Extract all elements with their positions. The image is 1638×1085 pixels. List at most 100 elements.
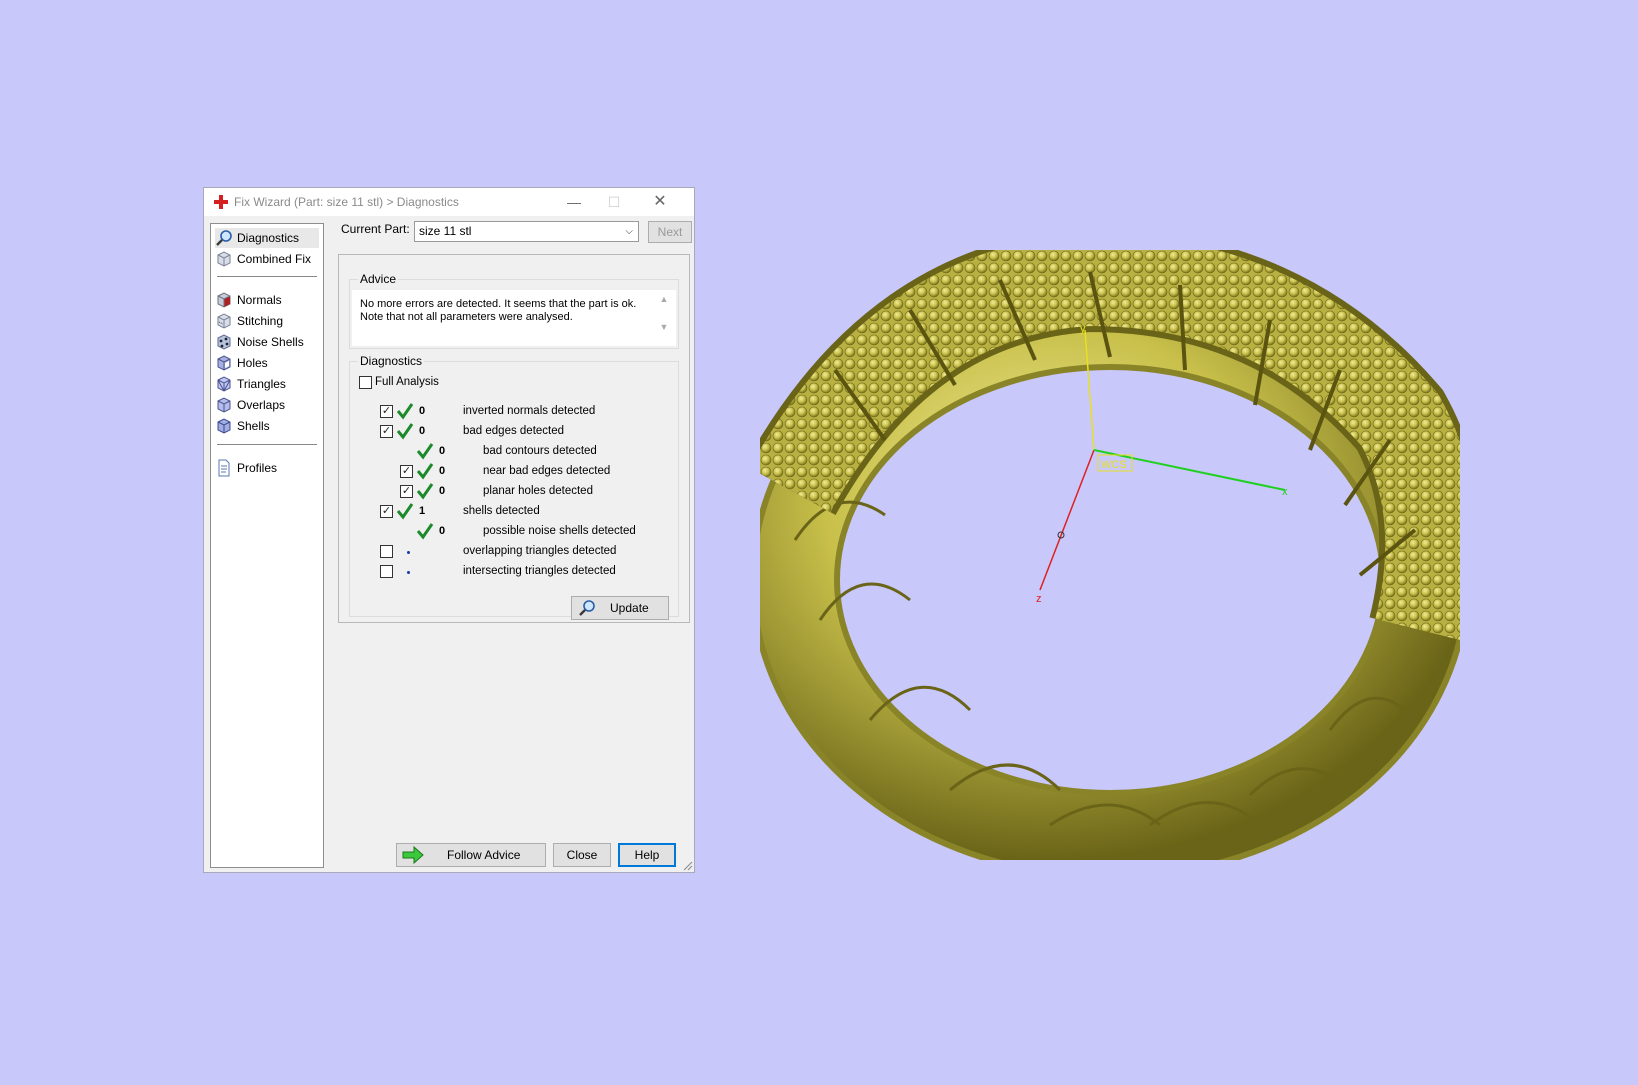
diagnostics-group-title: Diagnostics [358,354,425,368]
advice-text-line: Note that not all parameters were analys… [360,311,573,323]
sidebar-item-shells[interactable]: Shells [215,416,319,436]
follow-advice-button[interactable]: Follow Advice [396,843,546,867]
intersecting-triangles-label: intersecting triangles detected [463,565,616,577]
near-bad-edges-label: near bad edges detected [483,465,611,477]
bad-contours-label: bad contours detected [483,445,597,457]
full-analysis-checkbox[interactable] [359,376,372,389]
help-button[interactable]: Help [618,843,676,867]
check-icon [396,403,414,420]
check-icon [416,483,434,500]
current-part-label: Current Part: [341,222,410,236]
green-arrow-icon [402,846,424,864]
scroll-down-icon: ▼ [659,322,669,332]
window-title: Fix Wizard (Part: size 11 stl) > Diagnos… [234,195,459,209]
close-button[interactable]: Close [553,843,611,867]
title-bar[interactable]: Fix Wizard (Part: size 11 stl) > Diagnos… [204,188,694,216]
advice-scrollbar[interactable]: ▲ ▼ [658,294,670,342]
advice-group-title: Advice [358,272,399,286]
red-cube-icon [217,292,231,308]
sidebar-item-overlaps[interactable]: Overlaps [215,395,319,415]
overlaps-cube-icon [217,397,231,413]
next-button[interactable]: Next [648,221,692,243]
bad-edges-count: 0 [419,425,426,437]
3d-model-viewport[interactable]: WCS z x y [760,250,1460,860]
advice-text-line: No more errors are detected. It seems th… [360,298,637,310]
sidebar-item-diagnostics[interactable]: Diagnostics [215,228,319,248]
diagnostics-group: Diagnostics Full Analysis ✓ 0 inverted n… [349,354,679,620]
scroll-up-icon: ▲ [659,294,669,304]
intersecting-triangles-checkbox[interactable] [380,565,393,578]
bad-edges-label: bad edges detected [463,425,565,437]
chevron-down-icon: ⌵ [625,226,633,237]
check-icon [416,443,434,460]
sidebar-item-label: Holes [237,356,268,370]
pending-dot-icon [407,551,410,554]
red-cross-icon [214,195,228,209]
document-icon [218,459,230,477]
sidebar-item-label: Stitching [237,314,284,328]
full-analysis-label: Full Analysis [375,376,439,388]
sidebar-item-label: Normals [237,293,282,307]
diagnostics-panel: Advice No more errors are detected. It s… [338,254,690,623]
shells-cube-icon [217,418,231,434]
triangles-cube-icon [217,376,231,392]
inverted-normals-label: inverted normals detected [463,405,596,417]
fix-wizard-window: Fix Wizard (Part: size 11 stl) > Diagnos… [203,187,695,873]
sidebar-item-label: Noise Shells [237,335,304,349]
planar-holes-checkbox[interactable]: ✓ [400,485,413,498]
stitch-cube-icon [217,313,231,329]
update-button[interactable]: Update [571,596,669,620]
wizard-sidebar: Diagnostics Combined Fix Normals Stitchi… [210,223,324,868]
sidebar-item-profiles[interactable]: Profiles [215,458,319,478]
sidebar-item-normals[interactable]: Normals [215,290,319,310]
noise-shells-label: possible noise shells detected [483,525,636,537]
sidebar-item-label: Diagnostics [237,231,300,245]
sidebar-item-label: Shells [237,419,270,433]
holes-cube-icon [217,355,231,371]
wcs-label: WCS [1101,459,1127,471]
sidebar-item-label: Triangles [237,377,286,391]
follow-advice-label: Follow Advice [447,848,521,862]
advice-group: Advice No more errors are detected. It s… [349,272,679,349]
bad-edges-checkbox[interactable]: ✓ [380,425,393,438]
magnifier-icon [579,600,595,616]
update-button-label: Update [610,601,649,615]
inverted-normals-count: 0 [419,405,426,417]
sidebar-item-label: Combined Fix [237,252,312,266]
near-bad-edges-checkbox[interactable]: ✓ [400,465,413,478]
current-part-value: size 11 stl [419,224,472,238]
sidebar-item-triangles[interactable]: Triangles [215,374,319,394]
sidebar-item-combined-fix[interactable]: Combined Fix [215,249,319,269]
sidebar-separator [217,444,317,445]
overlapping-triangles-label: overlapping triangles detected [463,545,617,557]
bad-contours-count: 0 [439,445,446,457]
shells-label: shells detected [463,505,540,517]
noise-shells-count: 0 [439,525,446,537]
check-icon [416,523,434,540]
shells-checkbox[interactable]: ✓ [380,505,393,518]
ring-model [760,250,1460,860]
magnifier-icon [216,230,232,246]
shells-count: 1 [419,505,426,517]
inverted-normals-checkbox[interactable]: ✓ [380,405,393,418]
noise-cube-icon [217,334,231,350]
current-part-select[interactable]: size 11 stl ⌵ [414,221,639,242]
overlapping-triangles-checkbox[interactable] [380,545,393,558]
sidebar-item-holes[interactable]: Holes [215,353,319,373]
minimize-button[interactable]: — [554,191,594,213]
maximize-button[interactable]: ☐ [594,191,634,213]
close-window-button[interactable]: ✕ [640,191,680,213]
planar-holes-count: 0 [439,485,446,497]
planar-holes-label: planar holes detected [483,485,593,497]
check-icon [396,503,414,520]
sidebar-item-noise-shells[interactable]: Noise Shells [215,332,319,352]
check-icon [396,423,414,440]
check-icon [416,463,434,480]
resize-grip-icon[interactable] [683,861,693,871]
sidebar-item-label: Overlaps [237,398,286,412]
y-axis-label: y [1080,323,1086,335]
x-axis-label: x [1282,486,1288,498]
advice-textbox[interactable]: No more errors are detected. It seems th… [352,290,676,346]
sidebar-item-stitching[interactable]: Stitching [215,311,319,331]
sidebar-separator [217,276,317,277]
